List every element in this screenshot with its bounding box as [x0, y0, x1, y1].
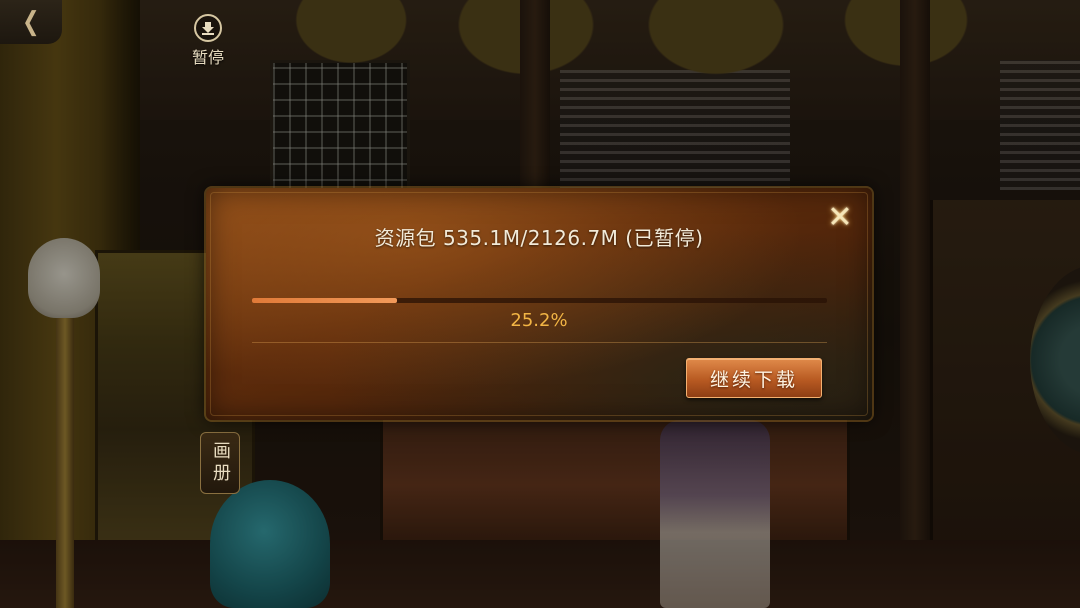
download-dialog: 资源包 535.1M/2126.7M (已暂停) ✕ 25.2% 继续下载 — [206, 188, 872, 420]
progress-bar-fill — [252, 298, 397, 303]
progress-bar — [252, 298, 827, 303]
close-x-icon: ✕ — [827, 200, 853, 235]
resume-download-button[interactable]: 继续下载 — [686, 358, 822, 398]
back-button[interactable]: ❮ — [0, 0, 62, 44]
close-button[interactable]: ✕ — [822, 200, 858, 236]
pause-label: 暂停 — [191, 48, 224, 67]
pause-download-button[interactable]: 暂停 — [186, 14, 230, 68]
album-button[interactable]: 画册 — [200, 432, 240, 494]
resume-button-label: 继续下载 — [709, 368, 798, 391]
album-label: 画册 — [210, 441, 231, 485]
progress-percent: 25.2% — [510, 310, 568, 331]
dialog-title: 资源包 535.1M/2126.7M (已暂停) — [374, 226, 704, 250]
download-icon — [194, 14, 222, 42]
dialog-divider — [252, 342, 827, 343]
back-arrow-icon: ❮ — [22, 7, 40, 37]
